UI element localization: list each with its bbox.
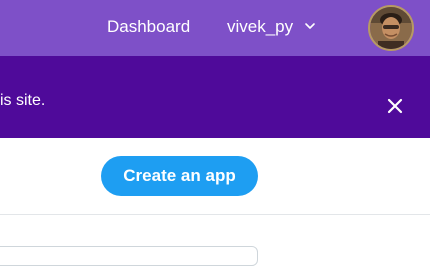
chevron-down-icon[interactable] <box>304 21 316 31</box>
user-avatar[interactable] <box>368 5 414 51</box>
notification-banner: is site. <box>0 56 430 138</box>
close-icon[interactable] <box>386 97 404 115</box>
dashboard-link[interactable]: Dashboard <box>107 17 190 37</box>
username-menu[interactable]: vivek_py <box>227 17 293 37</box>
top-navigation-bar: Dashboard vivek_py <box>0 0 430 56</box>
content-card <box>0 246 258 266</box>
section-divider <box>0 214 430 215</box>
user-avatar-image <box>370 7 412 49</box>
create-app-button[interactable]: Create an app <box>101 156 258 196</box>
banner-message: is site. <box>0 92 46 109</box>
